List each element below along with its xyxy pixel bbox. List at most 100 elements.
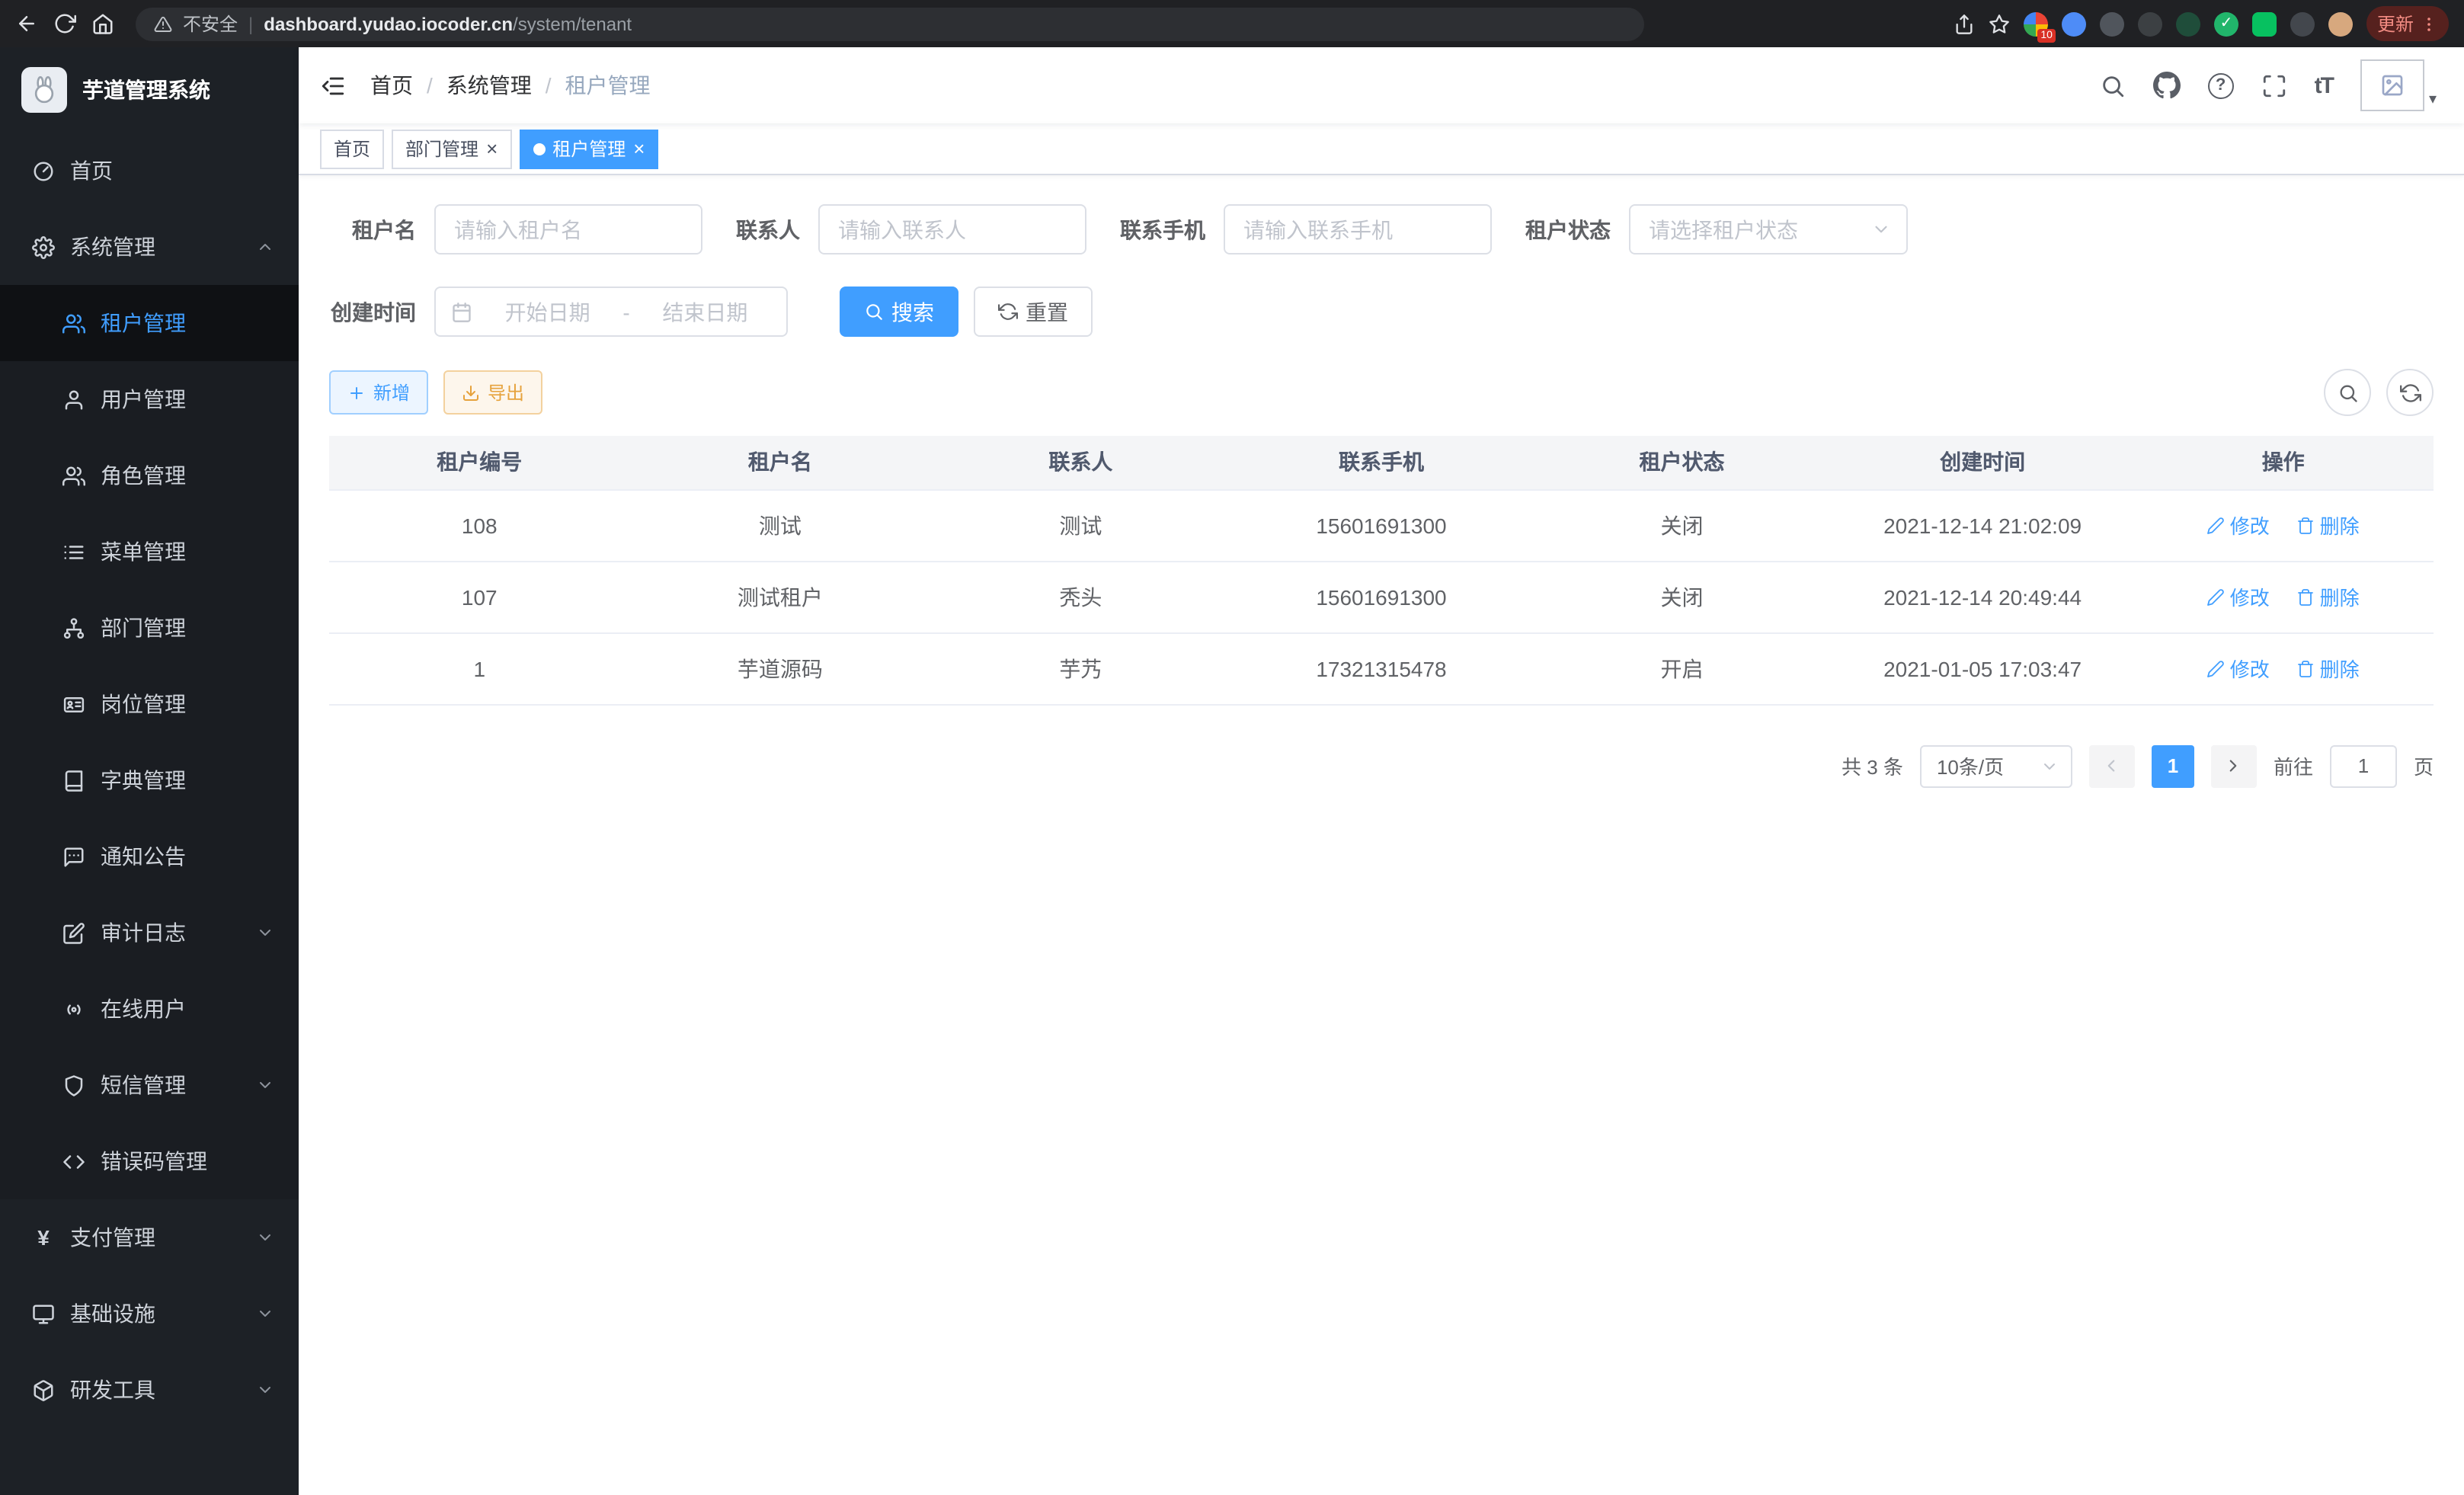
reset-button[interactable]: 重置 — [974, 287, 1093, 337]
sidebar-item-label: 字典管理 — [101, 765, 274, 796]
sidebar-item-label: 错误码管理 — [101, 1146, 274, 1176]
next-page-button[interactable] — [2211, 744, 2257, 787]
sidebar-item-label: 基础设施 — [70, 1298, 241, 1329]
date-start-placeholder: 开始日期 — [482, 296, 613, 327]
sidebar-group-sms[interactable]: 短信管理 — [0, 1047, 299, 1123]
chevron-down-icon — [2040, 757, 2059, 775]
sidebar-item-notice[interactable]: 通知公告 — [0, 818, 299, 895]
reload-icon[interactable] — [53, 12, 76, 35]
address-bar[interactable]: 不安全 | dashboard.yudao.iocoder.cn/system/… — [136, 7, 1644, 40]
tenant-name-input[interactable] — [434, 204, 702, 255]
breadcrumb-item[interactable]: 系统管理 — [446, 70, 532, 101]
filter-mobile: 联系手机 — [1120, 204, 1492, 255]
extension-icon[interactable] — [2062, 11, 2086, 36]
extension-icon[interactable] — [2100, 11, 2124, 36]
browser-menu-kebab-icon[interactable] — [2420, 14, 2438, 33]
extension-icon[interactable]: ✓ — [2214, 11, 2238, 36]
page-size-select[interactable]: 10条/页 — [1920, 744, 2072, 787]
url-text[interactable]: dashboard.yudao.iocoder.cn/system/tenant — [264, 13, 632, 34]
extension-icon[interactable] — [2252, 11, 2277, 36]
github-icon[interactable] — [2153, 72, 2181, 99]
extension-icon[interactable] — [2290, 11, 2315, 36]
tab-tenant[interactable]: 租户管理 × — [519, 129, 658, 168]
breadcrumb-separator: / — [546, 73, 552, 98]
delete-link[interactable]: 删除 — [2297, 511, 2360, 539]
browser-update-button[interactable]: 更新 — [2366, 6, 2449, 41]
cell-tenant-id: 1 — [329, 632, 630, 704]
chevron-down-icon — [256, 1381, 274, 1399]
screen: 不安全 | dashboard.yudao.iocoder.cn/system/… — [0, 0, 2464, 1495]
refresh-table-button[interactable] — [2386, 369, 2434, 416]
bookmark-star-icon[interactable] — [1989, 13, 2010, 34]
sidebar-item-dept[interactable]: 部门管理 — [0, 590, 299, 666]
browser-chrome: 不安全 | dashboard.yudao.iocoder.cn/system/… — [0, 0, 2464, 47]
sidebar-item-online-user[interactable]: 在线用户 — [0, 971, 299, 1047]
add-button[interactable]: 新增 — [329, 370, 428, 415]
help-icon[interactable]: ? — [2208, 72, 2234, 98]
sidebar-group-audit-log[interactable]: 审计日志 — [0, 895, 299, 971]
sidebar-item-dict[interactable]: 字典管理 — [0, 742, 299, 818]
delete-link[interactable]: 删除 — [2297, 654, 2360, 683]
reset-button-label: 重置 — [1026, 296, 1068, 327]
cell-phone: 17321315478 — [1231, 632, 1532, 704]
font-size-icon[interactable]: tT — [2315, 72, 2333, 98]
sidebar-item-label: 支付管理 — [70, 1222, 241, 1253]
extension-icon[interactable]: 10 — [2024, 11, 2048, 36]
sidebar-item-user[interactable]: 用户管理 — [0, 361, 299, 437]
prev-page-button[interactable] — [2089, 744, 2135, 787]
extension-badge: 10 — [2037, 28, 2056, 42]
profile-avatar-icon[interactable] — [2328, 11, 2353, 36]
breadcrumb-item[interactable]: 首页 — [370, 70, 413, 101]
create-time-label: 创建时间 — [329, 296, 416, 327]
toggle-search-button[interactable] — [2324, 369, 2371, 416]
chevron-down-icon — [256, 1228, 274, 1247]
sidebar-item-role[interactable]: 角色管理 — [0, 437, 299, 514]
not-secure-warning-icon — [154, 14, 172, 33]
contact-input[interactable] — [818, 204, 1086, 255]
delete-link[interactable]: 删除 — [2297, 582, 2360, 611]
sidebar-toggle-icon[interactable] — [320, 72, 346, 98]
total-count: 共 3 条 — [1842, 751, 1903, 780]
sidebar-item-post[interactable]: 岗位管理 — [0, 666, 299, 742]
tab-dept[interactable]: 部门管理 × — [392, 129, 511, 168]
sidebar-item-label: 短信管理 — [101, 1070, 241, 1100]
create-time-range-picker[interactable]: 开始日期 - 结束日期 — [434, 287, 788, 337]
close-icon[interactable]: × — [633, 139, 645, 158]
sidebar-item-menu[interactable]: 菜单管理 — [0, 514, 299, 590]
breadcrumb-separator: / — [427, 73, 433, 98]
main-area: 首页 / 系统管理 / 租户管理 ? tT ▾ — [299, 47, 2464, 1495]
cell-actions: 修改 删除 — [2133, 561, 2434, 632]
sidebar-item-home[interactable]: 首页 — [0, 133, 299, 209]
tenant-status-select[interactable]: 请选择租户状态 — [1629, 204, 1908, 255]
security-label[interactable]: 不安全 — [183, 11, 238, 37]
extension-icon[interactable] — [2138, 11, 2162, 36]
back-icon[interactable] — [15, 12, 38, 35]
search-icon — [2337, 382, 2358, 403]
sidebar-group-infra[interactable]: 基础设施 — [0, 1276, 299, 1352]
edit-link[interactable]: 修改 — [2207, 511, 2270, 539]
share-icon[interactable] — [1954, 13, 1975, 34]
goto-page-input[interactable] — [2330, 744, 2397, 787]
sidebar-item-tenant[interactable]: 租户管理 — [0, 285, 299, 361]
close-icon[interactable]: × — [486, 139, 498, 158]
logo[interactable]: 芋道管理系统 — [0, 47, 299, 133]
page-number-button[interactable]: 1 — [2152, 744, 2194, 787]
filter-tenant-name: 租户名 — [329, 204, 702, 255]
sidebar-item-label: 通知公告 — [101, 841, 274, 872]
search-icon[interactable] — [2100, 72, 2126, 98]
edit-link[interactable]: 修改 — [2207, 582, 2270, 611]
fullscreen-icon[interactable] — [2261, 72, 2287, 98]
edit-link[interactable]: 修改 — [2207, 654, 2270, 683]
sidebar-group-system[interactable]: 系统管理 — [0, 209, 299, 285]
home-icon[interactable] — [91, 12, 114, 35]
sidebar-item-error-code[interactable]: 错误码管理 — [0, 1123, 299, 1199]
mobile-input[interactable] — [1224, 204, 1492, 255]
avatar[interactable]: ▾ — [2360, 59, 2437, 111]
edit-document-icon — [62, 921, 85, 944]
sidebar-group-pay[interactable]: ¥ 支付管理 — [0, 1199, 299, 1276]
sidebar-group-dev-tools[interactable]: 研发工具 — [0, 1352, 299, 1428]
tab-home[interactable]: 首页 — [320, 129, 384, 168]
extension-icon[interactable] — [2176, 11, 2200, 36]
search-button[interactable]: 搜索 — [840, 287, 958, 337]
export-button[interactable]: 导出 — [443, 370, 542, 415]
